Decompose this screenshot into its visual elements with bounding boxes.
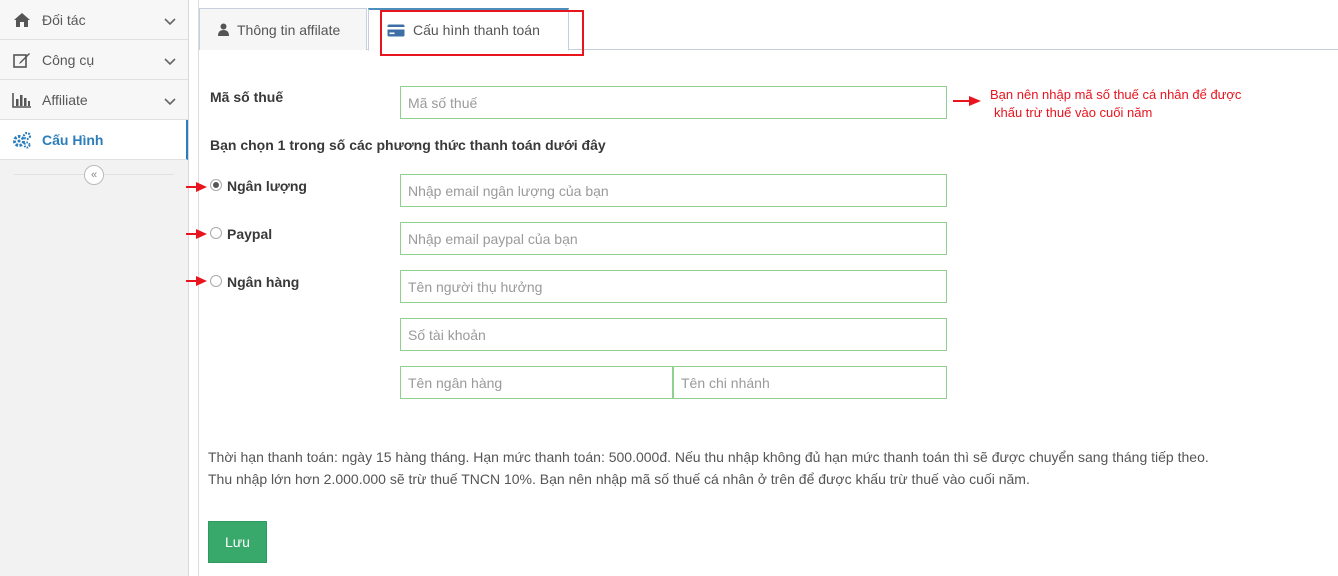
sidebar-item-cau-hinh[interactable]: Cấu Hình [0,120,188,160]
annotation-arrow-icon [186,276,207,286]
info-line: Thu nhập lớn hơn 2.000.000 sẽ trừ thuế T… [208,471,1030,487]
sidebar-item-label: Đối tác [42,11,86,28]
sidebar-item-label: Công cụ [42,51,95,68]
tax-code-input[interactable] [400,86,947,119]
beneficiary-name-input[interactable] [400,270,947,303]
collapse-sidebar-button[interactable]: « [84,165,104,185]
sidebar-item-cong-cu[interactable]: Công cụ [0,40,188,80]
sidebar-item-doi-tac[interactable]: Đối tác [0,0,188,40]
chevron-down-icon [164,93,176,109]
cogs-icon [12,130,32,150]
branch-name-input[interactable] [673,366,947,399]
tax-annotation-note: Bạn nên nhập mã số thuế cá nhân để được … [990,86,1290,122]
info-line: Thời hạn thanh toán: ngày 15 hàng tháng.… [208,449,1209,465]
nganluong-email-input[interactable] [400,174,947,207]
annotation-arrow-icon [186,229,207,239]
user-icon [218,23,229,36]
chevron-down-icon [164,13,176,29]
annotation-arrow-icon [953,96,981,106]
annotation-arrow-icon [186,182,207,192]
tab-bar: Thông tin affilate Cấu hình thanh toán [199,8,1338,51]
tax-note-line2: khấu trừ thuế vào cuối năm [994,105,1153,120]
nganluong-label: Ngân lượng [227,178,307,194]
payment-method-heading: Bạn chọn 1 trong số các phương thức than… [210,137,606,153]
home-icon [12,10,32,30]
save-button[interactable]: Lưu [208,521,267,563]
annotation-highlight-box [380,10,584,56]
bar-chart-icon [12,90,32,110]
payment-info-text: Thời hạn thanh toán: ngày 15 hàng tháng.… [208,446,1328,490]
tab-label: Thông tin affilate [237,21,341,38]
bank-label: Ngân hàng [227,274,300,290]
radio-paypal[interactable] [210,227,222,239]
tax-note-line1: Bạn nên nhập mã số thuế cá nhân để được [990,87,1242,102]
sidebar: Đối tác Công cụ Affiliate Cấu Hình « [0,0,189,576]
tab-affiliate-info[interactable]: Thông tin affilate [199,8,367,50]
radio-bank[interactable] [210,275,222,287]
account-number-input[interactable] [400,318,947,351]
sidebar-item-label: Affiliate [42,91,88,108]
double-chevron-left-icon: « [90,169,98,181]
sidebar-collapse-row: « [0,160,188,188]
bank-name-input[interactable] [400,366,673,399]
edit-icon [12,50,32,70]
chevron-down-icon [164,53,176,69]
paypal-email-input[interactable] [400,222,947,255]
paypal-label: Paypal [227,226,273,242]
radio-nganluong[interactable] [210,179,222,191]
sidebar-item-label: Cấu Hình [42,131,104,148]
tax-code-label: Mã số thuế [210,89,284,105]
sidebar-item-affiliate[interactable]: Affiliate [0,80,188,120]
